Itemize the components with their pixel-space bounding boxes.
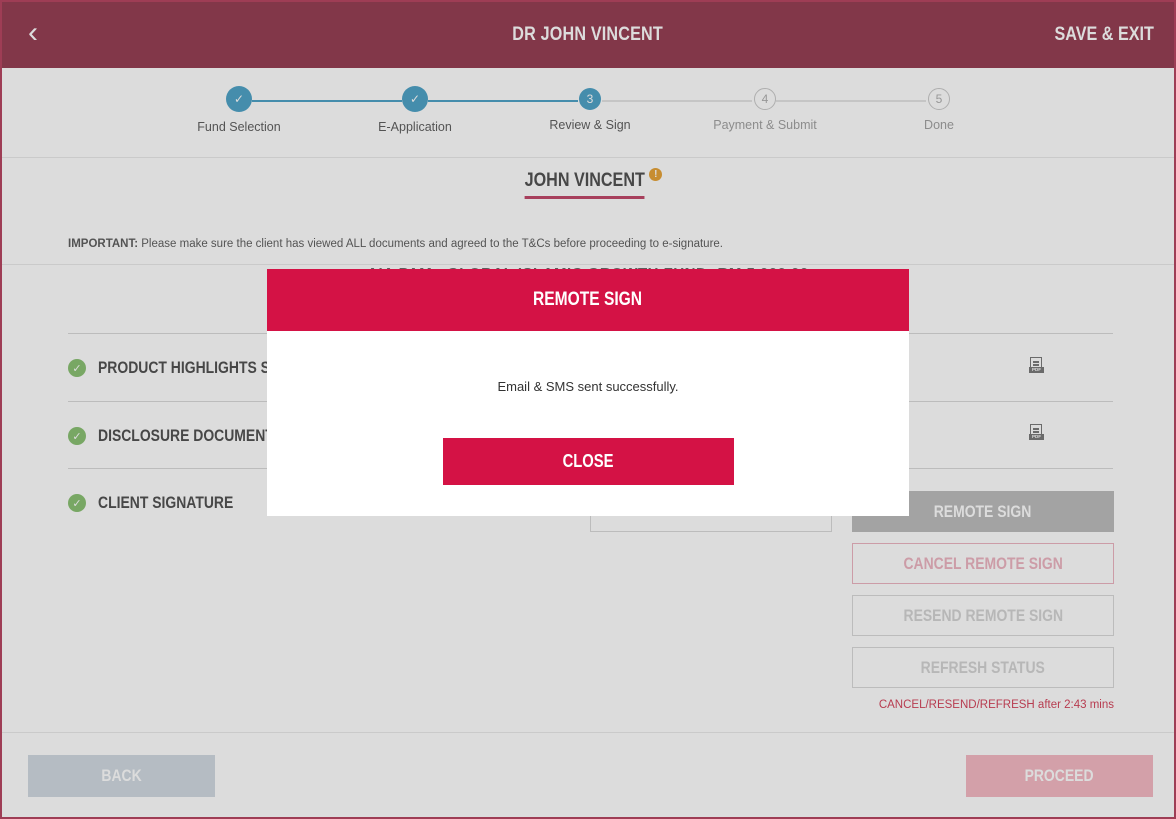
close-label: CLOSE [563, 451, 614, 471]
dialog-title: REMOTE SIGN [533, 289, 643, 310]
dialog-message: Email & SMS sent successfully. [497, 379, 679, 394]
remote-sign-dialog: REMOTE SIGN Email & SMS sent successfull… [267, 269, 909, 516]
close-button[interactable]: CLOSE [443, 438, 734, 485]
dialog-header: REMOTE SIGN [267, 269, 909, 331]
